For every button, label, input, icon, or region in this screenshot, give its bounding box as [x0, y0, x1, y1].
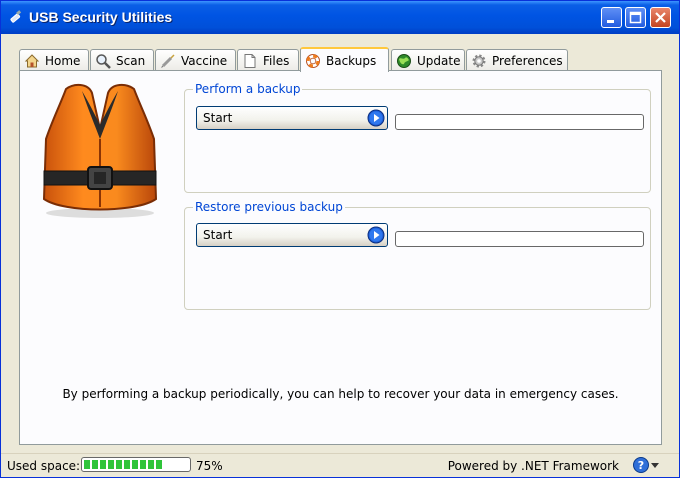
restore-progress-bar [395, 231, 644, 247]
perform-backup-group: Perform a backup Start [184, 82, 651, 193]
tab-label: Preferences [492, 53, 563, 68]
button-label: Start [203, 228, 233, 242]
tab-label: Backups [326, 53, 377, 68]
play-icon [367, 226, 385, 244]
minimize-button[interactable] [601, 7, 622, 28]
close-button[interactable] [650, 7, 671, 28]
minimize-icon [607, 20, 614, 23]
backup-progress-bar [395, 114, 644, 130]
tab-label: Update [417, 53, 461, 68]
restore-backup-group: Restore previous backup Start [184, 200, 651, 310]
button-label: Start [203, 111, 233, 125]
tab-preferences[interactable]: Preferences [466, 49, 568, 71]
tab-files[interactable]: Files [237, 49, 299, 71]
home-icon [24, 53, 40, 67]
tab-backups[interactable]: Backups [300, 47, 389, 72]
tab-scan[interactable]: Scan [90, 49, 154, 71]
svg-text:?: ? [638, 459, 644, 472]
usb-icon [10, 10, 22, 23]
life-vest-icon [42, 83, 158, 218]
tab-label: Vaccine [181, 53, 228, 68]
document-icon [244, 53, 256, 68]
used-space-label: Used space: [7, 459, 81, 473]
app-window: USB Security Utilities Home Scan Vaccine… [0, 0, 680, 478]
chevron-down-icon[interactable] [651, 463, 659, 468]
magnifier-icon [96, 53, 111, 69]
used-space-percent: 75% [196, 459, 223, 473]
maximize-button[interactable] [625, 7, 646, 28]
tab-vaccine[interactable]: Vaccine [155, 49, 236, 71]
backups-panel: Perform a backup Start Restore previous … [19, 70, 662, 445]
help-icon[interactable]: ? [633, 457, 649, 473]
backup-start-button[interactable]: Start [196, 106, 388, 130]
gear-icon [472, 54, 486, 67]
lifebuoy-icon [306, 53, 320, 68]
title-bar[interactable]: USB Security Utilities [1, 1, 679, 34]
perform-backup-label: Perform a backup [193, 82, 303, 96]
syringe-icon [161, 53, 175, 68]
tab-label: Home [45, 53, 81, 68]
tab-update[interactable]: Update [391, 49, 465, 71]
globe-icon [397, 53, 411, 68]
play-icon [367, 109, 385, 127]
maximize-icon [629, 11, 642, 24]
close-icon [655, 12, 666, 23]
used-space-progress-fill [84, 460, 162, 469]
used-space-progress-bar [81, 457, 191, 472]
tab-label: Files [263, 53, 290, 68]
status-bar: Used space: 75% Powered by .NET Framewor… [1, 453, 679, 477]
tab-home[interactable]: Home [19, 49, 89, 71]
restore-start-button[interactable]: Start [196, 223, 388, 247]
tab-label: Scan [116, 53, 146, 68]
info-text: By performing a backup periodically, you… [62, 387, 619, 401]
window-title: USB Security Utilities [29, 9, 173, 25]
powered-by-text: Powered by .NET Framework [447, 459, 619, 473]
restore-backup-label: Restore previous backup [193, 200, 345, 214]
